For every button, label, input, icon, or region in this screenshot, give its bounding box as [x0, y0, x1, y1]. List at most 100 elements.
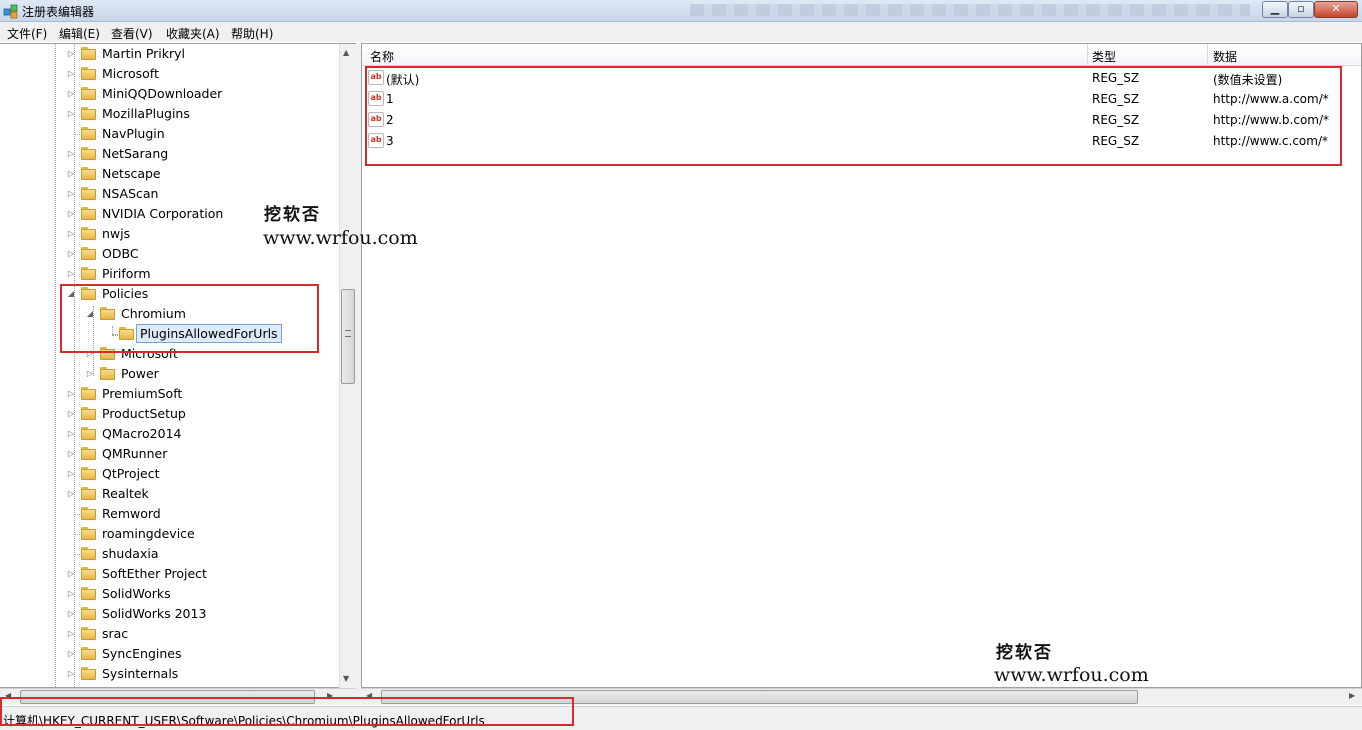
tree-item[interactable]: ▷ SolidWorks: [0, 584, 338, 604]
folder-icon: [81, 667, 96, 680]
tree-item[interactable]: ▷ SyncEngines: [0, 644, 338, 664]
expand-arrow-icon[interactable]: ▷: [67, 189, 75, 199]
expand-arrow-icon[interactable]: ▷: [67, 489, 75, 499]
tree-item[interactable]: ▷ Sysinternals: [0, 664, 338, 684]
minimize-button[interactable]: ▁: [1262, 1, 1288, 18]
expand-arrow-icon[interactable]: ▷: [67, 229, 75, 239]
folder-icon: [81, 267, 96, 280]
tree-item-label: ProductSetup: [102, 406, 186, 421]
tree-item[interactable]: ▷ Martin Prikryl: [0, 44, 338, 64]
tree-item-label: shudaxia: [102, 546, 159, 561]
expand-arrow-icon[interactable]: ▷: [86, 369, 94, 379]
expand-arrow-icon[interactable]: ▷: [67, 409, 75, 419]
tree-item[interactable]: ▷ srac: [0, 624, 338, 644]
folder-icon: [81, 107, 96, 120]
tree-item[interactable]: ▷ Realtek: [0, 484, 338, 504]
tree-item-label: QtProject: [102, 466, 160, 481]
tree-item[interactable]: ▷ Netscape: [0, 164, 338, 184]
expand-arrow-icon[interactable]: ▷: [67, 649, 75, 659]
tree-item[interactable]: ▷ NetSarang: [0, 144, 338, 164]
tree-item-label: SolidWorks: [102, 586, 171, 601]
folder-icon: [81, 227, 96, 240]
folder-icon: [81, 47, 96, 60]
maximize-button[interactable]: ▫: [1288, 1, 1314, 18]
registry-editor-icon: [3, 4, 18, 19]
column-header-type[interactable]: 类型: [1092, 48, 1116, 65]
folder-icon: [81, 627, 96, 640]
expand-arrow-icon[interactable]: ▷: [67, 169, 75, 179]
tree-item[interactable]: NavPlugin: [0, 124, 338, 144]
tree-item[interactable]: ▷ Piriform: [0, 264, 338, 284]
expand-arrow-icon[interactable]: ▷: [67, 449, 75, 459]
column-header-name[interactable]: 名称: [370, 48, 394, 65]
folder-icon: [81, 247, 96, 260]
tree-item[interactable]: ▷ QtProject: [0, 464, 338, 484]
column-separator[interactable]: [1207, 44, 1208, 66]
tree-item[interactable]: ▷ PremiumSoft: [0, 384, 338, 404]
column-separator[interactable]: [1087, 44, 1088, 66]
menu-file[interactable]: 文件(F): [7, 25, 47, 42]
watermark-name: 挖软否: [996, 643, 1053, 663]
tree-item[interactable]: ▷ SolidWorks 2013: [0, 604, 338, 624]
tree-item[interactable]: shudaxia: [0, 544, 338, 564]
tree-item[interactable]: ▷ Microsoft: [0, 64, 338, 84]
expand-arrow-icon[interactable]: ▷: [67, 629, 75, 639]
tree-item[interactable]: Remword: [0, 504, 338, 524]
blurred-title-region: [690, 4, 1250, 16]
title-bar[interactable]: 注册表编辑器 ▁ ▫ ✕: [0, 0, 1362, 22]
expand-arrow-icon[interactable]: ▷: [67, 149, 75, 159]
scroll-right-icon[interactable]: ▶: [1349, 691, 1355, 700]
menu-edit[interactable]: 编辑(E): [59, 25, 100, 42]
expand-arrow-icon[interactable]: ▷: [67, 389, 75, 399]
tree-item-label: Martin Prikryl: [102, 46, 186, 61]
tree-item[interactable]: ▷ Power: [0, 364, 338, 384]
tree-item-label: Power: [121, 366, 159, 381]
expand-arrow-icon[interactable]: ▷: [67, 609, 75, 619]
tree-item-label: NavPlugin: [102, 126, 165, 141]
folder-icon: [81, 527, 96, 540]
menu-help[interactable]: 帮助(H): [231, 25, 273, 42]
folder-icon: [81, 207, 96, 220]
tree-item-label: Realtek: [102, 486, 149, 501]
column-header-data[interactable]: 数据: [1213, 48, 1237, 65]
tree-item-label: QMacro2014: [102, 426, 182, 441]
expand-arrow-icon[interactable]: ▷: [67, 469, 75, 479]
expand-arrow-icon[interactable]: ▷: [67, 669, 75, 679]
tree-vertical-scroll-thumb[interactable]: [341, 289, 355, 384]
tree-item[interactable]: ▷ QMacro2014: [0, 424, 338, 444]
menu-favorites[interactable]: 收藏夹(A): [166, 25, 220, 42]
tree-item[interactable]: ▷ MozillaPlugins: [0, 104, 338, 124]
expand-arrow-icon[interactable]: ▷: [67, 109, 75, 119]
folder-icon: [81, 567, 96, 580]
folder-icon: [81, 147, 96, 160]
menu-view[interactable]: 查看(V): [111, 25, 153, 42]
expand-arrow-icon[interactable]: ▷: [67, 209, 75, 219]
scroll-down-icon[interactable]: ▼: [343, 674, 349, 683]
tree-item-label: srac: [102, 626, 129, 641]
tree-item[interactable]: ▷ ProductSetup: [0, 404, 338, 424]
watermark-name: 挖软否: [264, 205, 321, 225]
tree-item[interactable]: ▷ QMRunner: [0, 444, 338, 464]
expand-arrow-icon[interactable]: ▷: [67, 89, 75, 99]
tree-item[interactable]: ▷ MiniQQDownloader: [0, 84, 338, 104]
registry-tree[interactable]: ▷ Martin Prikryl ▷ Microsoft ▷ MiniQQDownload…: [0, 43, 356, 688]
tree-item-label: MozillaPlugins: [102, 106, 190, 121]
tree-item[interactable]: roamingdevice: [0, 524, 338, 544]
expand-arrow-icon[interactable]: ▷: [67, 249, 75, 259]
tree-item-label: ODBC: [102, 246, 139, 261]
tree-vertical-scrollbar[interactable]: ▲ ▼: [339, 44, 356, 688]
expand-arrow-icon[interactable]: ▷: [67, 49, 75, 59]
folder-icon: [81, 427, 96, 440]
grip-icon: [345, 330, 351, 337]
folder-icon: [81, 127, 96, 140]
close-button[interactable]: ✕: [1314, 1, 1358, 18]
expand-arrow-icon[interactable]: ▷: [67, 569, 75, 579]
expand-arrow-icon[interactable]: ▷: [67, 69, 75, 79]
expand-arrow-icon[interactable]: ▷: [67, 589, 75, 599]
expand-arrow-icon[interactable]: ▷: [67, 429, 75, 439]
scroll-up-icon[interactable]: ▲: [343, 48, 349, 57]
folder-icon: [81, 87, 96, 100]
folder-icon: [81, 167, 96, 180]
tree-item[interactable]: ▷ SoftEther Project: [0, 564, 338, 584]
expand-arrow-icon[interactable]: ▷: [67, 269, 75, 279]
